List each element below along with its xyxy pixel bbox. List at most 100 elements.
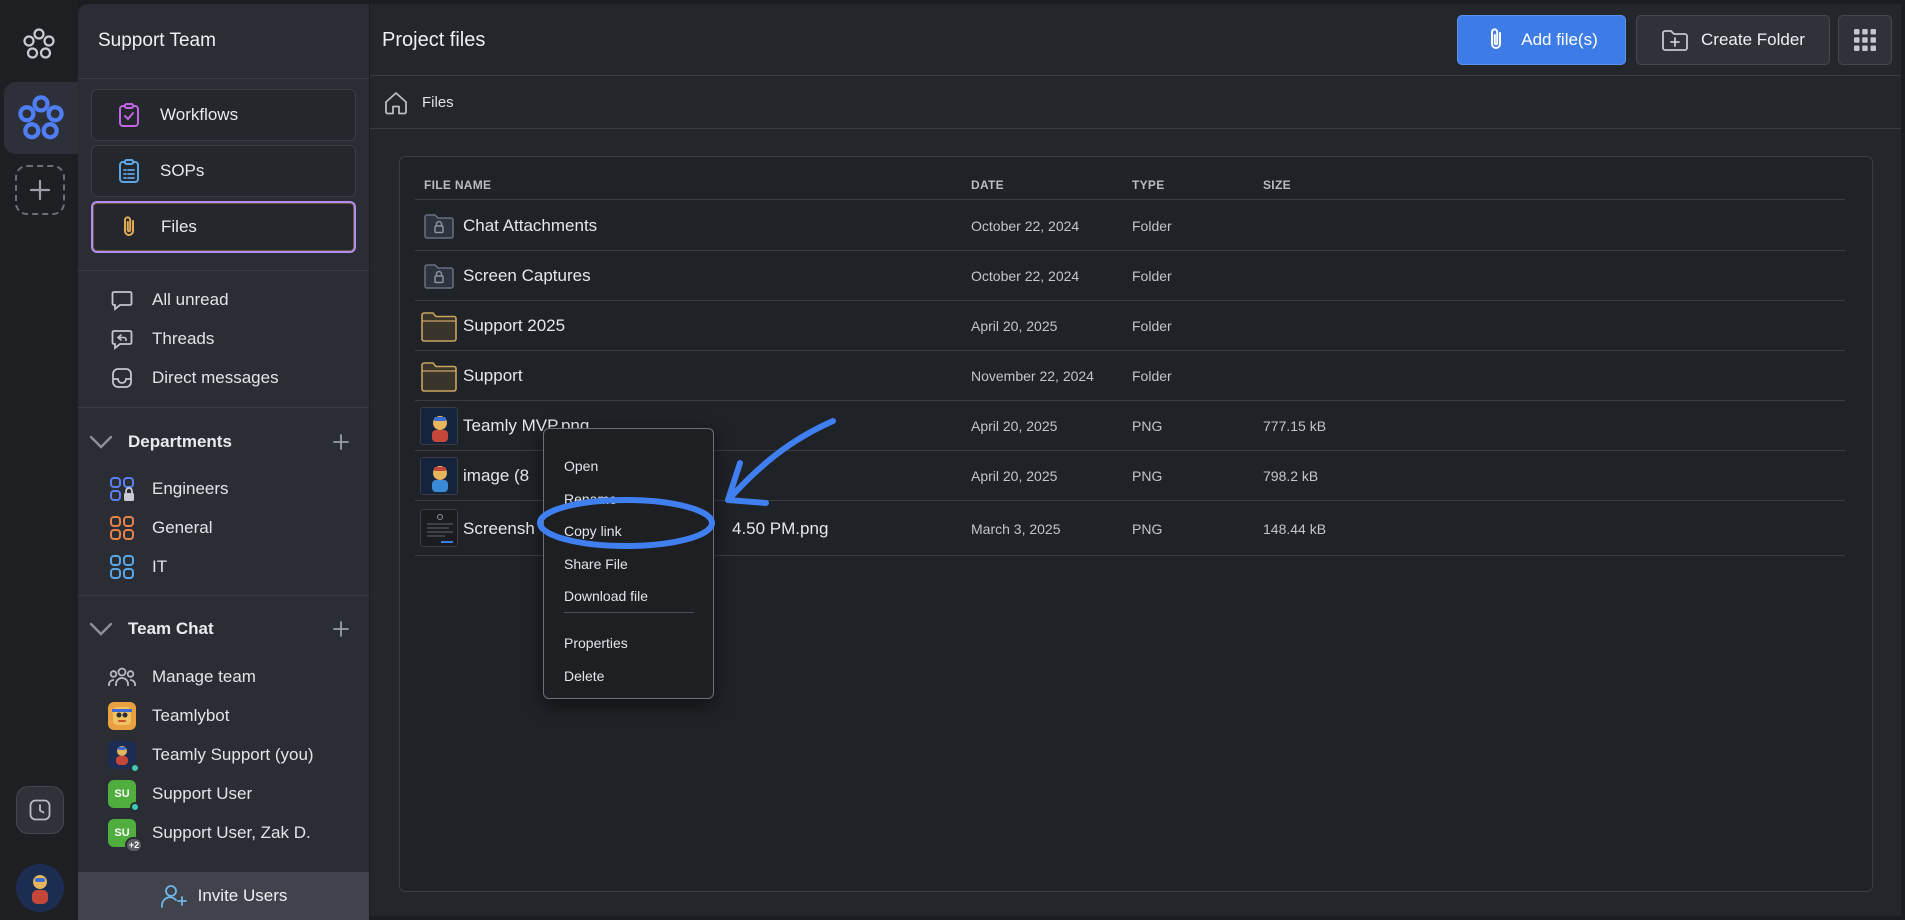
app-rail — [0, 0, 78, 920]
nav-label: SOPs — [160, 161, 205, 180]
file-date: April 20, 2025 — [971, 468, 1058, 484]
inbox-icon — [108, 364, 136, 392]
nav-label: Workflows — [160, 105, 239, 124]
file-type: Folder — [1132, 318, 1172, 334]
section-title: Team Chat — [128, 619, 214, 638]
menu-item-download-file[interactable]: Download file — [564, 588, 648, 604]
menu-item-delete[interactable]: Delete — [564, 668, 604, 684]
breadcrumb-current[interactable]: Files — [422, 94, 454, 111]
home-icon[interactable] — [382, 89, 410, 117]
column-header-type[interactable]: TYPE — [1132, 178, 1165, 192]
menu-item-share-file[interactable]: Share File — [564, 556, 628, 572]
chat-support-user[interactable]: SU Support User — [108, 778, 252, 812]
group-avatar: SU +2 — [108, 819, 143, 853]
add-department-button[interactable] — [328, 429, 354, 455]
chat-label: Teamly Support (you) — [152, 745, 314, 764]
file-date: October 22, 2024 — [971, 268, 1080, 284]
team-switcher-support[interactable] — [4, 82, 78, 154]
sidebar: Support Team Workflows SOPs Files All un… — [78, 4, 369, 920]
table-row[interactable]: Support 2025 April 20, 2025 Folder — [415, 301, 1845, 351]
page-title: Project files — [382, 29, 486, 51]
image-thumbnail — [420, 457, 458, 495]
file-type: PNG — [1132, 521, 1163, 537]
create-folder-button[interactable]: Create Folder — [1636, 15, 1830, 65]
department-icon — [108, 553, 136, 581]
table-header: FILE NAME DATE TYPE SIZE — [415, 172, 1845, 200]
chat-teamlybot[interactable]: Teamlybot — [108, 700, 229, 732]
threads-icon — [108, 325, 136, 353]
manage-team[interactable]: Manage team — [108, 661, 256, 693]
menu-item-copy-link[interactable]: Copy link — [564, 523, 622, 539]
nav-all-unread[interactable]: All unread — [108, 284, 229, 316]
department-icon — [108, 514, 136, 542]
app-logo-icon[interactable] — [17, 22, 61, 66]
departments-header[interactable]: Departments — [88, 427, 358, 457]
section-title: Departments — [128, 432, 232, 451]
nav-files[interactable]: Files — [91, 201, 356, 253]
nav-workflows[interactable]: Workflows — [91, 89, 356, 141]
file-size: 777.15 kB — [1263, 418, 1327, 434]
menu-separator — [564, 612, 694, 613]
file-type: Folder — [1132, 368, 1172, 384]
team-chat-header[interactable]: Team Chat — [88, 614, 358, 644]
screenshot-thumbnail — [420, 509, 458, 547]
topbar: Project files Add file(s) Create Folder — [370, 4, 1901, 76]
add-team-button[interactable] — [15, 165, 65, 215]
file-date: November 22, 2024 — [971, 368, 1094, 384]
nav-threads[interactable]: Threads — [108, 323, 214, 355]
department-it[interactable]: IT — [108, 551, 167, 583]
nav-direct-messages[interactable]: Direct messages — [108, 362, 279, 394]
nav-sops[interactable]: SOPs — [91, 145, 356, 197]
table-row[interactable]: Screen Captures October 22, 2024 Folder — [415, 251, 1845, 301]
file-size: 798.2 kB — [1263, 468, 1319, 484]
file-context-menu: Open Rename Copy link Share File Downloa… — [543, 428, 714, 699]
table-row[interactable]: Chat Attachments October 22, 2024 Folder — [415, 201, 1845, 251]
file-name-tail: 4.50 PM.png — [732, 519, 829, 538]
menu-item-rename[interactable]: Rename — [564, 491, 617, 507]
chat-label: Teamlybot — [152, 706, 230, 725]
file-type: PNG — [1132, 418, 1163, 434]
department-general[interactable]: General — [108, 512, 212, 544]
chat-bubble-icon — [108, 286, 136, 314]
folder-icon — [420, 357, 458, 395]
column-header-size[interactable]: SIZE — [1263, 178, 1291, 192]
chat-support-user-group[interactable]: SU +2 Support User, Zak D. — [108, 817, 311, 853]
chevron-down-icon — [88, 620, 114, 638]
grid-view-button[interactable] — [1838, 15, 1892, 65]
add-user-icon — [160, 883, 188, 909]
file-size: 148.44 kB — [1263, 521, 1327, 537]
table-row[interactable]: Support November 22, 2024 Folder — [415, 351, 1845, 401]
add-chat-button[interactable] — [328, 616, 354, 642]
file-type: PNG — [1132, 468, 1163, 484]
menu-item-open[interactable]: Open — [564, 458, 598, 474]
nav-label: Files — [161, 217, 197, 236]
nav-label: Threads — [152, 329, 215, 348]
department-label: IT — [152, 557, 168, 576]
file-date: April 20, 2025 — [971, 318, 1058, 334]
file-date: April 20, 2025 — [971, 418, 1058, 434]
nav-label: All unread — [152, 290, 229, 309]
paperclip-icon — [1485, 27, 1509, 53]
chat-teamly-support[interactable]: Teamly Support (you) — [108, 739, 314, 773]
column-header-date[interactable]: DATE — [971, 178, 1004, 192]
file-name: Screensh — [463, 519, 535, 538]
file-type: Folder — [1132, 268, 1172, 284]
chevron-down-icon — [88, 433, 114, 451]
divider — [78, 78, 369, 79]
department-engineers[interactable]: Engineers — [108, 473, 229, 505]
clock-icon[interactable] — [16, 786, 64, 834]
menu-item-properties[interactable]: Properties — [564, 635, 628, 651]
invite-label: Invite Users — [197, 886, 288, 905]
user-avatar[interactable] — [16, 864, 64, 912]
invite-users-button[interactable]: Invite Users — [78, 872, 369, 920]
grid-icon — [1853, 28, 1877, 52]
file-type: Folder — [1132, 218, 1172, 234]
button-label: Add file(s) — [1521, 30, 1598, 49]
bot-avatar — [108, 702, 136, 730]
column-header-name[interactable]: FILE NAME — [424, 178, 491, 192]
file-name: Screen Captures — [463, 266, 591, 285]
locked-folder-icon — [420, 257, 458, 295]
add-files-button[interactable]: Add file(s) — [1457, 15, 1626, 65]
initials-avatar: SU — [108, 780, 140, 812]
support-avatar — [108, 741, 140, 773]
